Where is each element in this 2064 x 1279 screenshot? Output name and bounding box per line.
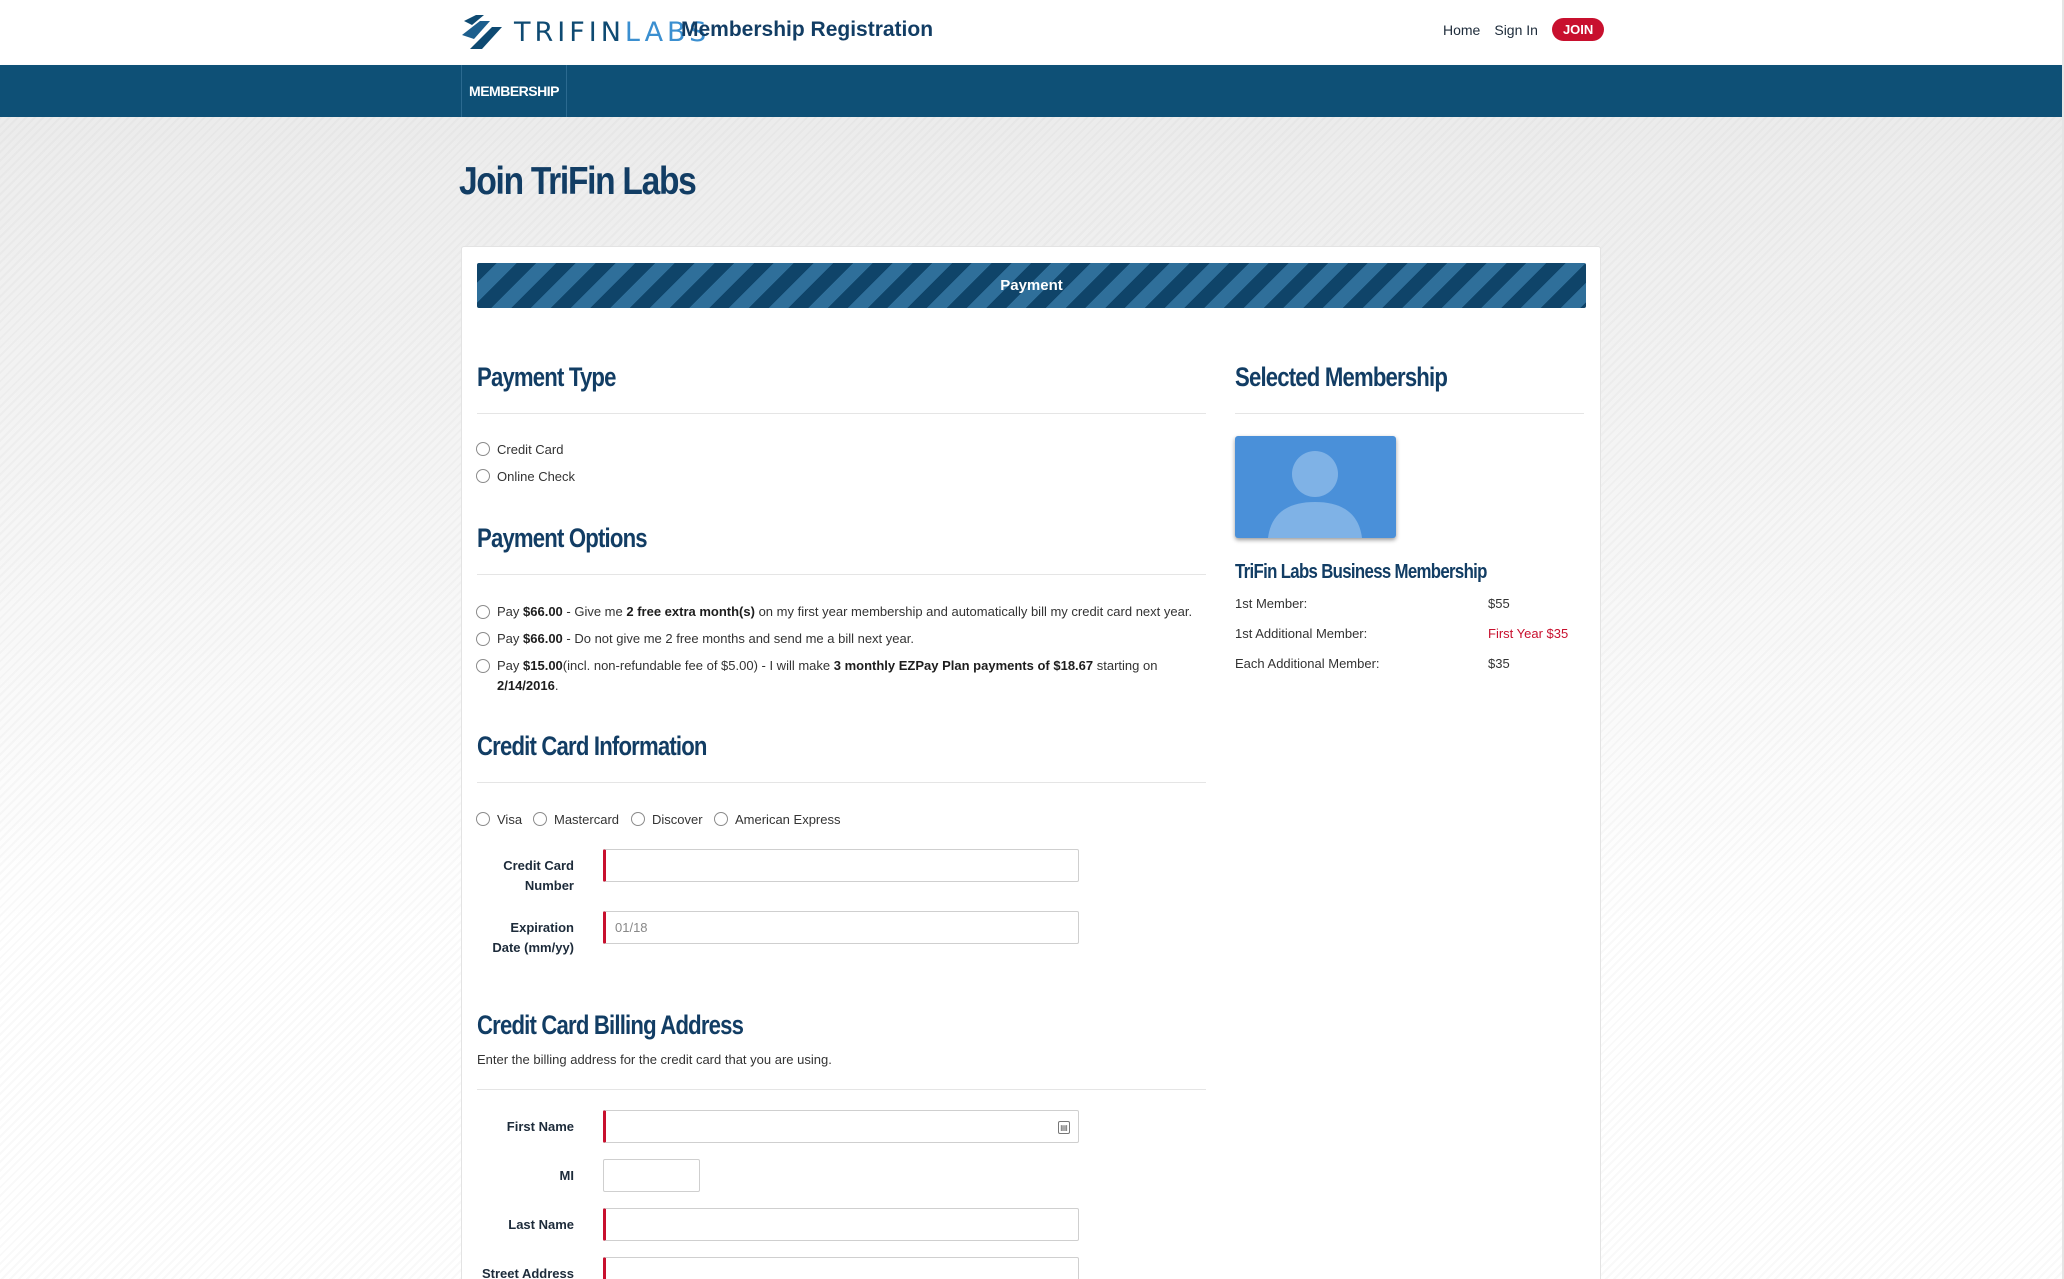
price-label: Each Additional Member: — [1235, 656, 1380, 671]
page-title: Join TriFin Labs — [459, 160, 697, 203]
payment-option-text: Pay $15.00(incl. non-refundable fee of $… — [497, 658, 1158, 693]
payment-option-1[interactable]: Pay $66.00 - Give me 2 free extra month(… — [476, 602, 1216, 622]
selected-membership-heading: Selected Membership — [1235, 362, 1448, 392]
street-address-label: Street Address — [482, 1266, 574, 1279]
middle-initial-label: MI — [559, 1168, 574, 1183]
price-label: 1st Member: — [1235, 596, 1308, 611]
site-title: Membership Registration — [681, 18, 934, 41]
membership-name: TriFin Labs Business Membership — [1235, 561, 1487, 583]
first-name-input[interactable]: ▤ — [603, 1110, 1079, 1143]
radio-label: Credit Card — [497, 442, 564, 457]
divider — [477, 782, 1206, 783]
radio-button[interactable] — [476, 632, 490, 646]
payment-type-heading: Payment Type — [477, 362, 616, 392]
billing-address-description: Enter the billing address for the credit… — [477, 1052, 832, 1067]
radio-button[interactable] — [476, 812, 490, 826]
credit-card-number-input[interactable] — [603, 849, 1079, 882]
credit-card-number-label: Credit Card Number — [503, 858, 574, 893]
radio-button[interactable] — [714, 812, 728, 826]
last-name-input[interactable] — [603, 1208, 1079, 1241]
radio-label: American Express — [735, 812, 841, 827]
card-type-visa[interactable]: Visa — [476, 811, 522, 829]
divider — [1235, 413, 1584, 414]
top-header: TRIFIN LABS Membership Registration Home … — [0, 0, 2064, 65]
radio-label: Online Check — [497, 469, 576, 484]
nav-sign-in-link[interactable]: Sign In — [1494, 22, 1538, 38]
card-type-discover[interactable]: Discover — [631, 811, 703, 829]
price-value: First Year $35 — [1488, 626, 1569, 641]
top-nav: Home Sign In JOIN — [1443, 18, 1605, 41]
step-progress-bar: Payment — [477, 263, 1586, 308]
step-label: Payment — [1000, 277, 1063, 294]
payment-option-3[interactable]: Pay $15.00(incl. non-refundable fee of $… — [476, 656, 1186, 696]
price-value: $55 — [1488, 596, 1510, 611]
last-name-label: Last Name — [508, 1217, 574, 1232]
credit-card-info-heading: Credit Card Information — [477, 731, 707, 761]
payment-option-text: Pay $66.00 - Give me 2 free extra month(… — [497, 604, 1193, 619]
contact-card-icon[interactable]: ▤ — [1058, 1121, 1070, 1134]
user-silhouette-icon — [1268, 451, 1362, 538]
billing-address-heading: Credit Card Billing Address — [477, 1010, 744, 1040]
membership-avatar — [1235, 436, 1396, 538]
main-navbar: MEMBERSHIP — [0, 65, 2064, 117]
radio-label: Mastercard — [554, 812, 620, 827]
radio-label: Discover — [652, 812, 703, 827]
middle-initial-input[interactable] — [603, 1159, 700, 1192]
radio-button[interactable] — [476, 442, 490, 456]
card-type-mastercard[interactable]: Mastercard — [533, 811, 619, 829]
nav-tab-membership[interactable]: MEMBERSHIP — [461, 65, 567, 117]
expiration-date-label: Expiration Date (mm/yy) — [492, 920, 574, 955]
payment-option-2[interactable]: Pay $66.00 - Do not give me 2 free month… — [476, 629, 1216, 649]
payment-options-heading: Payment Options — [477, 523, 648, 553]
brand-trifin: TRIFIN — [514, 16, 625, 48]
first-name-label: First Name — [506, 1119, 574, 1134]
street-address-input[interactable] — [603, 1257, 1079, 1279]
divider — [477, 413, 1206, 414]
radio-button[interactable] — [476, 605, 490, 619]
card-type-american-express[interactable]: American Express — [714, 811, 840, 829]
radio-button[interactable] — [533, 812, 547, 826]
trifin-logo-icon — [462, 15, 502, 49]
price-value: $35 — [1488, 656, 1510, 671]
join-button[interactable]: JOIN — [1551, 18, 1605, 41]
radio-button[interactable] — [476, 659, 490, 673]
nav-home-link[interactable]: Home — [1443, 22, 1480, 38]
radio-button[interactable] — [631, 812, 645, 826]
expiration-date-input[interactable]: 01/18 — [603, 911, 1079, 944]
radio-button[interactable] — [476, 469, 490, 483]
divider — [477, 574, 1206, 575]
payment-type-credit-card[interactable]: Credit Card — [476, 441, 563, 459]
price-label: 1st Additional Member: — [1235, 626, 1368, 641]
radio-label: Visa — [497, 812, 523, 827]
divider — [477, 1089, 1206, 1090]
logo[interactable]: TRIFIN LABS — [460, 12, 710, 52]
payment-type-online-check[interactable]: Online Check — [476, 468, 575, 486]
payment-option-text: Pay $66.00 - Do not give me 2 free month… — [497, 631, 914, 646]
